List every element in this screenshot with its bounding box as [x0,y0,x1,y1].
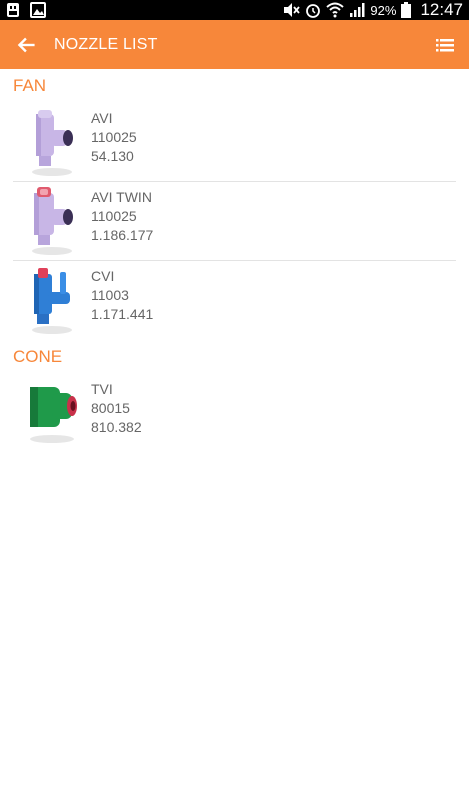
item-name: AVI [91,110,113,126]
status-left-icons [6,2,46,18]
item-size: 11003 [91,287,129,303]
mute-icon [284,3,301,17]
image-icon [30,2,46,18]
blue-nozzle-icon [32,268,72,334]
item-code: 810.382 [91,419,142,435]
list-item-tvi[interactable]: TVI 80015 810.382 [0,374,469,453]
page-title: NOZZLE LIST [54,36,158,53]
list-item-avi[interactable]: AVI 110025 54.130 [0,103,469,182]
section-header-fan: FAN [13,76,47,95]
lilac-twin-nozzle-icon [32,187,73,255]
wifi-icon [326,2,345,18]
signal-icon [350,3,365,17]
usb-icon [7,3,19,17]
app-bar: NOZZLE LIST [0,20,469,69]
clock: 12:47 [420,0,463,19]
item-name: TVI [91,381,113,397]
item-name: CVI [91,268,115,284]
item-code: 54.130 [91,148,134,164]
status-bar: 92% 12:47 [0,0,469,20]
item-name: AVI TWIN [91,189,152,205]
battery-percent: 92% [370,2,397,18]
green-nozzle-icon [30,387,77,443]
list-item-avi-twin[interactable]: AVI TWIN 110025 1.186.177 [0,182,469,261]
item-details: CVI 11003 1.171.441 [91,267,153,324]
battery-icon [401,2,412,18]
arrow-back-icon[interactable] [14,32,40,58]
item-code: 1.171.441 [91,306,154,322]
item-code: 1.186.177 [91,227,154,243]
item-details: AVI TWIN 110025 1.186.177 [91,188,153,245]
section-header-cone: CONE [13,347,63,366]
item-size: 80015 [91,400,130,416]
item-size: 110025 [91,208,137,224]
nozzle-list: FAN AVI 110025 54.130 AVI TWIN 110025 1.… [0,69,469,453]
lilac-nozzle-icon [32,110,73,176]
alarm-icon [306,4,321,18]
status-right-icons: 92% 12:47 [282,0,463,20]
item-details: TVI 80015 810.382 [91,380,142,437]
list-item-cvi[interactable]: CVI 11003 1.171.441 [0,261,469,340]
item-details: AVI 110025 54.130 [91,109,137,166]
list-view-icon[interactable] [433,33,457,57]
item-size: 110025 [91,129,137,145]
